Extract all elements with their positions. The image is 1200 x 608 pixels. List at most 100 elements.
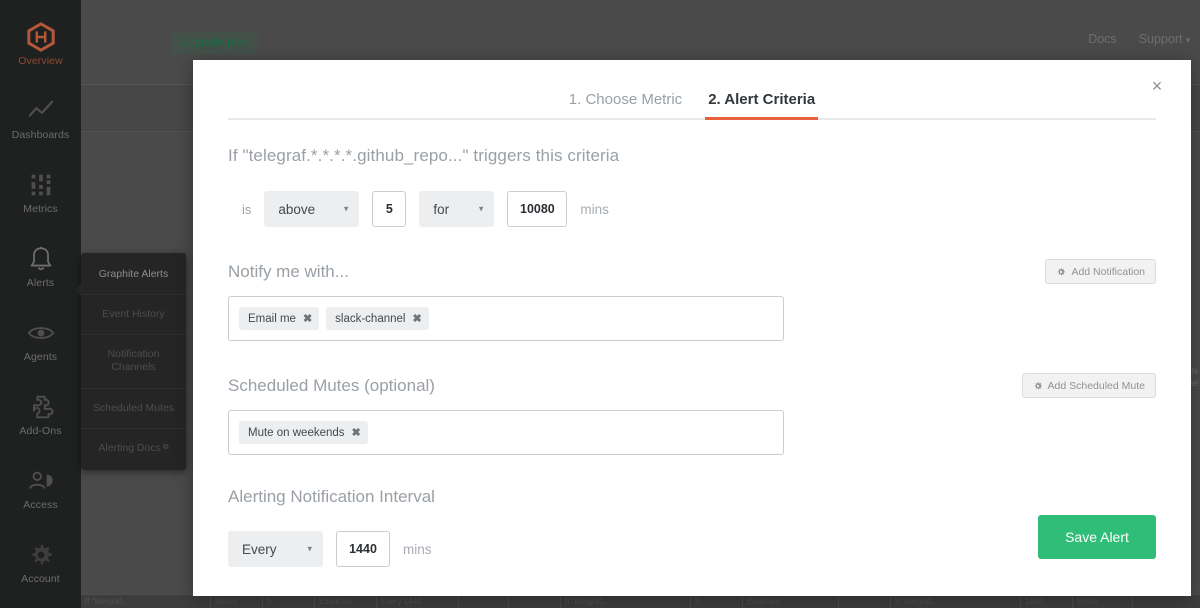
mutes-heading: Scheduled Mutes (optional): [228, 375, 435, 395]
background-table-cell: [509, 595, 561, 608]
criteria-row: is above ▾ for ▾ mins: [228, 191, 1156, 227]
background-table-cell: [459, 595, 509, 608]
notification-chip[interactable]: Email me ✖: [239, 307, 320, 330]
sidebar-item-label: Account: [21, 573, 60, 586]
save-alert-button[interactable]: Save Alert: [1038, 515, 1156, 559]
frequency-select[interactable]: Every ▾: [228, 531, 323, 567]
gear-icon: [26, 540, 56, 570]
background-table-cell: Email me: [743, 595, 839, 608]
interval-row-wrapper: Every ▾ mins Save Alert: [228, 507, 1156, 567]
background-table-cell: 5: [691, 595, 743, 608]
submenu-item-alerting-docs[interactable]: Alerting Docs ⧉: [81, 429, 186, 468]
support-label: Support: [1138, 32, 1183, 46]
upgrade-plan-button[interactable]: Upgrade plan: [171, 32, 259, 54]
duration-mins-label: mins: [580, 201, 609, 217]
background-table-cell: 1440: [1021, 595, 1073, 608]
add-notification-label: Add Notification: [1071, 265, 1145, 278]
alerts-submenu-flyout: Graphite Alerts Event History Notificati…: [75, 253, 186, 470]
primary-sidebar: Overview Dashboards Metrics Alerts Agent…: [0, 0, 81, 608]
tab-alert-criteria[interactable]: 2. Alert Criteria: [705, 91, 819, 120]
background-table-cell: Email: [1073, 595, 1133, 608]
tab-choose-metric[interactable]: 1. Choose Metric: [566, 91, 685, 120]
modal-body: If "telegraf.*.*.*.*.github_repo..." tri…: [193, 146, 1191, 567]
notification-chip-label: slack-channel: [335, 312, 406, 325]
sidebar-item-account[interactable]: Account: [0, 526, 81, 600]
alert-criteria-modal: × 1. Choose Metric 2. Alert Criteria If …: [193, 60, 1191, 596]
duration-input[interactable]: [507, 191, 568, 227]
bell-icon: [26, 244, 56, 274]
submenu-item-label: Scheduled Mutes: [92, 401, 175, 414]
notification-channels-input[interactable]: Email me ✖ slack-channel ✖: [228, 296, 784, 341]
background-table-cell: 5: [263, 595, 315, 608]
remove-chip-icon[interactable]: ✖: [412, 312, 421, 325]
eye-icon: [26, 318, 56, 348]
background-table-cell: Every 1440: [377, 595, 459, 608]
gear-icon: [1033, 381, 1043, 391]
gear-icon: [1056, 267, 1066, 277]
interval-mins-label: mins: [403, 541, 432, 557]
submenu-item-event-history[interactable]: Event History: [81, 295, 186, 336]
submenu-item-graphite-alerts[interactable]: Graphite Alerts: [81, 255, 186, 296]
modal-tabs: 1. Choose Metric 2. Alert Criteria: [228, 91, 1156, 120]
interval-row: Every ▾ mins: [228, 531, 432, 567]
sidebar-item-label: Metrics: [23, 203, 58, 216]
notification-chip[interactable]: slack-channel ✖: [326, 307, 429, 330]
background-table-cell: If "telegraf...: [561, 595, 691, 608]
line-chart-icon: [26, 96, 56, 126]
sidebar-item-access[interactable]: Access: [0, 452, 81, 526]
background-table-cell: above: [211, 595, 263, 608]
notification-chip-label: Email me: [248, 312, 296, 325]
add-scheduled-mute-button[interactable]: Add Scheduled Mute: [1021, 373, 1156, 398]
sidebar-item-label: Access: [23, 499, 58, 512]
submenu-item-notification-channels[interactable]: Notification Channels: [81, 335, 186, 389]
users-icon: [26, 466, 56, 496]
frequency-value: Every: [242, 541, 277, 557]
mute-chip[interactable]: Mute on weekends ✖: [239, 421, 368, 444]
add-notification-button[interactable]: Add Notification: [1045, 259, 1156, 284]
support-menu[interactable]: Support ▾: [1139, 32, 1190, 46]
sidebar-item-label: Alerts: [26, 277, 55, 290]
background-table-row: If "telegraf... above 5 Email me Every 1…: [81, 594, 1200, 608]
puzzle-piece-icon: [26, 392, 56, 422]
top-bar-right: Docs Support ▾: [1088, 32, 1190, 46]
chevron-down-icon: ▾: [478, 203, 484, 214]
docs-link[interactable]: Docs: [1088, 32, 1116, 46]
interval-section-header: Alerting Notification Interval: [228, 487, 1156, 507]
submenu-item-label: Alerting Docs: [98, 441, 161, 454]
mutes-section-header: Scheduled Mutes (optional) Add Scheduled…: [228, 373, 1156, 398]
chevron-down-icon: ▾: [307, 543, 312, 554]
sidebar-item-label: Overview: [18, 55, 63, 68]
chevron-down-icon: ▾: [1185, 35, 1190, 45]
mute-chip-label: Mute on weekends: [248, 426, 345, 439]
duration-word-select[interactable]: for ▾: [419, 191, 495, 227]
background-table-cell: If "telegraf...: [891, 595, 1021, 608]
background-table-cell: Email me: [315, 595, 377, 608]
criteria-heading: If "telegraf.*.*.*.*.github_repo..." tri…: [228, 146, 620, 165]
hosted-graphite-logo-icon: [26, 22, 56, 53]
interval-input[interactable]: [336, 531, 390, 567]
add-scheduled-mute-label: Add Scheduled Mute: [1047, 379, 1145, 392]
external-link-icon: ⧉: [162, 441, 169, 451]
sidebar-item-overview[interactable]: Overview: [0, 8, 81, 82]
scheduled-mutes-input[interactable]: Mute on weekends ✖: [228, 410, 784, 455]
metrics-dots-icon: [26, 170, 56, 200]
background-table-cell: [839, 595, 891, 608]
submenu-item-label: Event History: [102, 308, 165, 321]
notify-section-header: Notify me with... Add Notification: [228, 259, 1156, 284]
threshold-input[interactable]: [372, 191, 407, 227]
sidebar-item-add-ons[interactable]: Add-Ons: [0, 378, 81, 452]
sidebar-item-alerts[interactable]: Alerts: [0, 230, 81, 304]
sidebar-item-label: Agents: [23, 351, 58, 364]
sidebar-item-metrics[interactable]: Metrics: [0, 156, 81, 230]
remove-chip-icon[interactable]: ✖: [303, 312, 312, 325]
comparator-value: above: [278, 201, 316, 217]
comparator-select[interactable]: above ▾: [264, 191, 360, 227]
chevron-down-icon: ▾: [343, 203, 349, 214]
sidebar-item-dashboards[interactable]: Dashboards: [0, 82, 81, 156]
duration-word-value: for: [433, 201, 450, 217]
is-label: is: [242, 201, 252, 217]
remove-chip-icon[interactable]: ✖: [352, 426, 361, 439]
submenu-item-label: Graphite Alerts: [98, 268, 169, 280]
sidebar-item-agents[interactable]: Agents: [0, 304, 81, 378]
submenu-item-scheduled-mutes[interactable]: Scheduled Mutes: [81, 389, 186, 429]
